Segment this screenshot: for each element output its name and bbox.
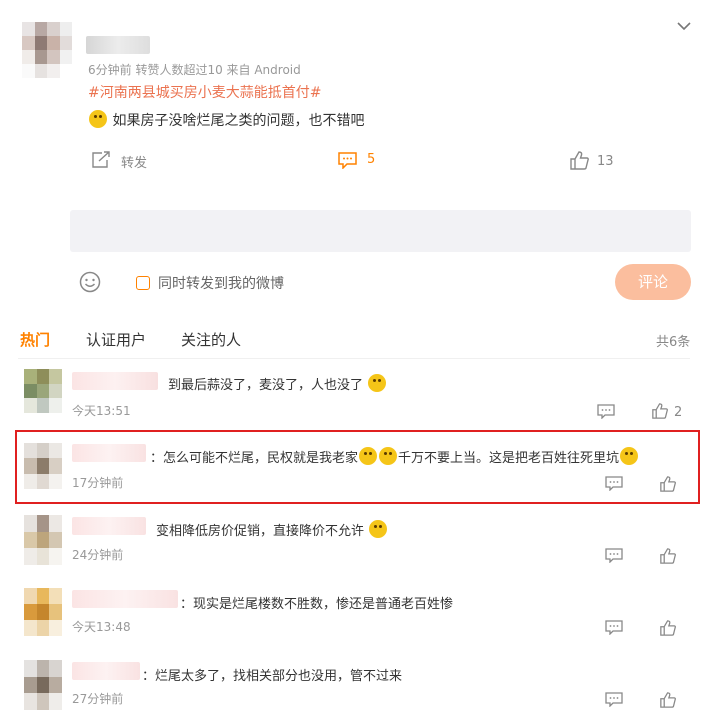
like-icon[interactable] <box>660 620 676 636</box>
comment-total: 共6条 <box>656 335 691 350</box>
highlight-box <box>15 430 700 504</box>
chevron-down-icon[interactable] <box>676 20 692 32</box>
comment-text: ：烂尾太多了，找相关部分也没用，管不过来 <box>142 669 403 684</box>
forward-checkbox-label[interactable]: 同时转发到我的微博 <box>158 273 284 293</box>
comment-text: ：现实是烂尾楼数不胜数，惨还是普通老百姓惨 <box>180 597 454 612</box>
comment-text-content: 变相降低房价促销，直接降价不允许 <box>156 524 365 539</box>
reply-icon[interactable] <box>605 620 623 635</box>
divider <box>18 358 690 359</box>
reply-icon[interactable] <box>605 548 623 563</box>
comment-text-content: ：怎么可能不烂尾，民权就是我老家 <box>150 451 359 466</box>
tab-following[interactable]: 关注的人 <box>181 329 241 350</box>
comment-avatar[interactable] <box>24 515 62 565</box>
reply-icon[interactable] <box>597 404 615 419</box>
comment-username-blurred[interactable] <box>72 444 146 462</box>
laugh-cry-emoji-icon <box>359 447 378 465</box>
comment-username-blurred[interactable] <box>72 590 178 608</box>
comment-icon[interactable] <box>338 152 357 169</box>
post-text: 如果房子没啥烂尾之类的问题，也不错吧 <box>88 110 364 130</box>
like-count[interactable]: 13 <box>597 154 614 169</box>
laugh-cry-emoji-icon <box>379 447 398 465</box>
laugh-cry-emoji-icon <box>620 447 639 465</box>
forward-icon[interactable] <box>91 151 111 169</box>
comment-time: 24分钟前 <box>72 548 124 562</box>
comment-like-count[interactable]: 2 <box>674 405 682 420</box>
comment-username-blurred[interactable] <box>72 372 158 390</box>
post-avatar[interactable] <box>22 22 72 78</box>
comment-text: 变相降低房价促销，直接降价不允许 <box>156 520 388 539</box>
smile-emoji-icon <box>89 110 107 128</box>
comment-count[interactable]: 5 <box>367 152 375 167</box>
like-icon[interactable] <box>660 548 676 564</box>
comment-time: 27分钟前 <box>72 692 124 706</box>
like-icon[interactable] <box>652 403 668 419</box>
comment-text: 到最后蒜没了，麦没了，人也没了 <box>168 374 387 393</box>
comment-username-blurred[interactable] <box>72 517 146 535</box>
forward-checkbox[interactable] <box>136 276 150 290</box>
post-topic-link[interactable]: #河南两县城买房小麦大蒜能抵首付# <box>88 82 321 102</box>
comment-input[interactable] <box>70 210 691 252</box>
like-icon[interactable] <box>570 151 589 170</box>
submit-comment-button[interactable]: 评论 <box>615 264 691 300</box>
like-icon[interactable] <box>660 692 676 708</box>
comment-avatar[interactable] <box>24 588 62 636</box>
reply-icon[interactable] <box>605 476 623 491</box>
comment-text: ：怎么可能不烂尾，民权就是我老家 千万不要上当。这是把老百姓往死里坑 <box>150 447 639 466</box>
tab-verified[interactable]: 认证用户 <box>86 329 146 350</box>
comment-avatar[interactable] <box>24 443 62 489</box>
comment-time: 今天13:51 <box>72 404 131 418</box>
forward-button[interactable]: 转发 <box>121 152 147 171</box>
comment-text-content-2: 千万不要上当。这是把老百姓往死里坑 <box>398 451 620 466</box>
comment-username-blurred[interactable] <box>72 662 140 680</box>
tab-hot[interactable]: 热门 <box>20 329 50 350</box>
comment-avatar[interactable] <box>24 660 62 710</box>
whistle-emoji-icon <box>369 520 388 538</box>
comment-text-content: 到最后蒜没了，麦没了，人也没了 <box>168 378 364 393</box>
post-meta: 6分钟前 转赞人数超过10 来自 Android <box>88 63 301 77</box>
like-icon[interactable] <box>660 476 676 492</box>
comment-time: 17分钟前 <box>72 476 124 490</box>
comment-time: 今天13:48 <box>72 620 131 634</box>
post-text-content: 如果房子没啥烂尾之类的问题，也不错吧 <box>112 113 365 129</box>
sweat-emoji-icon <box>368 374 387 392</box>
comment-avatar[interactable] <box>24 369 62 413</box>
emoji-picker-icon[interactable] <box>79 271 101 293</box>
post-username-blurred[interactable] <box>86 36 150 54</box>
reply-icon[interactable] <box>605 692 623 707</box>
